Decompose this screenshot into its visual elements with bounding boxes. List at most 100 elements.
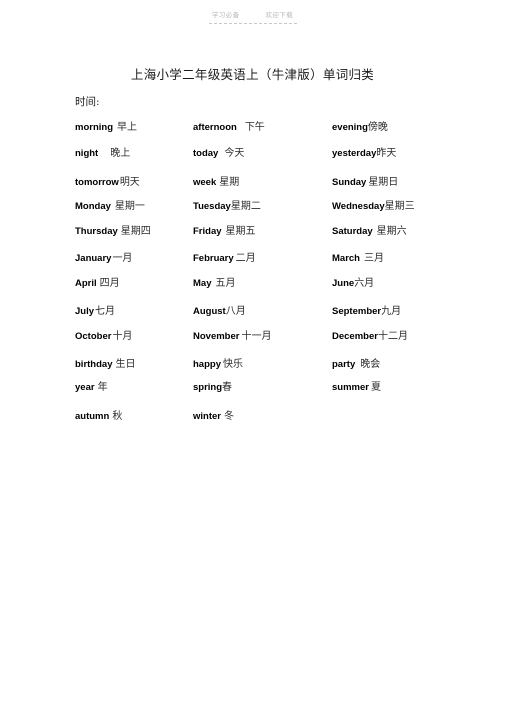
vocabulary-row: year 年 spring春 summer 夏 [0,380,505,406]
vocabulary-chinese-gloss: 七月 [95,306,116,317]
vocabulary-english-word: January [75,253,112,264]
vocabulary-chinese-gloss: 冬 [223,411,234,422]
vocabulary-entry: night 晚上 [75,146,130,161]
vocabulary-chinese-gloss: 年 [97,382,108,393]
vocabulary-english-word: winter [193,411,221,422]
vocabulary-chinese-gloss: 星期六 [376,226,407,237]
vocabulary-english-word: evening [332,122,368,133]
vocabulary-chinese-gloss: 晚会 [360,359,381,370]
vocabulary-row: birthday 生日 happy 快乐 party 晚会 [0,354,505,380]
vocabulary-english-word: Sunday [332,177,367,188]
vocabulary-entry: Saturday 星期六 [332,224,407,239]
vocabulary-row: April 四月 May 五月 June六月 [0,276,505,302]
vocabulary-entry: October十月 [75,329,132,344]
vocabulary-english-word: spring [193,382,223,393]
vocabulary-english-word: birthday [75,359,113,370]
vocabulary-chinese-gloss: 一月 [112,253,133,264]
vocabulary-chinese-gloss: 四月 [99,278,120,289]
vocabulary-english-word: Thursday [75,226,118,237]
vocabulary-entry: Monday 星期一 [75,199,145,214]
vocabulary-entry: tomorrow明天 [75,175,140,190]
vocabulary-entry: afternoon 下午 [193,120,265,135]
vocabulary-chinese-gloss: 快乐 [222,359,243,370]
watermark-left-text: 学习必备 [211,12,240,19]
vocabulary-entry: December十二月 [332,329,408,344]
vocabulary-chinese-gloss: 秋 [112,411,123,422]
vocabulary-entry: September九月 [332,304,401,319]
vocabulary-entry: party 晚会 [332,357,380,372]
vocabulary-english-word: party [332,359,356,370]
page-title: 上海小学二年级英语上（牛津版）单词归类 [130,67,375,82]
vocabulary-entry: January一月 [75,251,132,266]
vocabulary-entry: March 三月 [332,251,384,266]
vocabulary-chinese-gloss: 九月 [381,306,402,317]
vocabulary-entry: July七月 [75,304,115,319]
vocabulary-entry: Wednesday星期三 [332,199,415,214]
vocabulary-list: morning 早上 afternoon 下午 evening傍晚 night 晚上 toda… [0,120,505,432]
vocabulary-chinese-gloss: 星期五 [225,226,256,237]
vocabulary-entry: November 十一月 [193,329,271,344]
vocabulary-entry: yesterday昨天 [332,146,396,161]
vocabulary-english-word: year [75,382,95,393]
vocabulary-english-word: April [75,278,97,289]
vocabulary-chinese-gloss: 星期二 [230,201,261,212]
vocabulary-chinese-gloss: 昨天 [376,148,397,159]
vocabulary-english-word: today [193,148,219,159]
vocabulary-row: autumn 秋 winter 冬 [0,406,505,432]
vocabulary-entry: autumn 秋 [75,409,122,424]
vocabulary-entry: Sunday 星期日 [332,175,398,190]
vocabulary-english-word: Tuesday [193,201,231,212]
vocabulary-entry: Friday 星期五 [193,224,256,239]
vocabulary-entry: Tuesday星期二 [193,199,261,214]
watermark-right-text: 欢迎下载 [265,12,294,19]
vocabulary-entry: happy 快乐 [193,357,243,372]
vocabulary-english-word: November [193,331,240,342]
vocabulary-chinese-gloss: 星期四 [120,226,151,237]
vocabulary-chinese-gloss: 十一月 [241,331,272,342]
vocabulary-english-word: June [332,278,355,289]
vocabulary-english-word: Saturday [332,226,373,237]
document-page: 学习必备 欢迎下载 上海小学二年级英语上（牛津版）单词归类 时间: mornin… [0,0,505,714]
vocabulary-entry: June六月 [332,276,374,291]
vocabulary-english-word: autumn [75,411,110,422]
vocabulary-english-word: summer [332,382,369,393]
vocabulary-row: July七月 August八月 September九月 [0,302,505,328]
vocabulary-chinese-gloss: 八月 [225,306,246,317]
vocabulary-entry: spring春 [193,380,232,395]
vocabulary-english-word: Wednesday [332,201,385,212]
vocabulary-entry: April 四月 [75,276,120,291]
vocabulary-english-word: July [75,306,95,317]
vocabulary-english-word: happy [193,359,221,370]
vocabulary-entry: week 星期 [193,175,239,190]
vocabulary-row: October十月 November 十一月 December十二月 [0,328,505,354]
vocabulary-english-word: February [193,253,234,264]
vocabulary-entry: birthday 生日 [75,357,135,372]
vocabulary-chinese-gloss: 晚上 [110,148,131,159]
vocabulary-entry: year 年 [75,380,108,395]
vocabulary-chinese-gloss: 春 [222,382,233,393]
vocabulary-english-word: August [193,306,226,317]
vocabulary-chinese-gloss: 星期 [219,177,240,188]
vocabulary-english-word: December [332,331,378,342]
vocabulary-chinese-gloss: 三月 [363,253,384,264]
vocabulary-english-word: September [332,306,382,317]
vocabulary-entry: summer 夏 [332,380,381,395]
vocabulary-english-word: March [332,253,360,264]
vocabulary-chinese-gloss: 早上 [117,122,137,133]
vocabulary-chinese-gloss: 十月 [112,331,133,342]
vocabulary-chinese-gloss: 生日 [115,359,136,370]
vocabulary-entry: winter 冬 [193,409,234,424]
vocabulary-chinese-gloss: 夏 [370,382,381,393]
vocabulary-entry: August八月 [193,304,246,319]
vocabulary-row: Thursday 星期四 Friday 星期五 Saturday 星期六 [0,224,505,250]
vocabulary-english-word: yesterday [332,148,377,159]
vocabulary-chinese-gloss: 下午 [244,122,265,133]
watermark-text-row: 学习必备 欢迎下载 [211,12,294,23]
vocabulary-english-word: afternoon [193,122,237,133]
vocabulary-row: January一月 February 二月 March 三月 [0,250,505,276]
header-dashed-rule [208,22,297,24]
vocabulary-entry: February 二月 [193,251,256,266]
vocabulary-entry: evening傍晚 [332,120,388,135]
vocabulary-chinese-gloss: 五月 [215,278,236,289]
vocabulary-entry: today 今天 [193,146,244,161]
